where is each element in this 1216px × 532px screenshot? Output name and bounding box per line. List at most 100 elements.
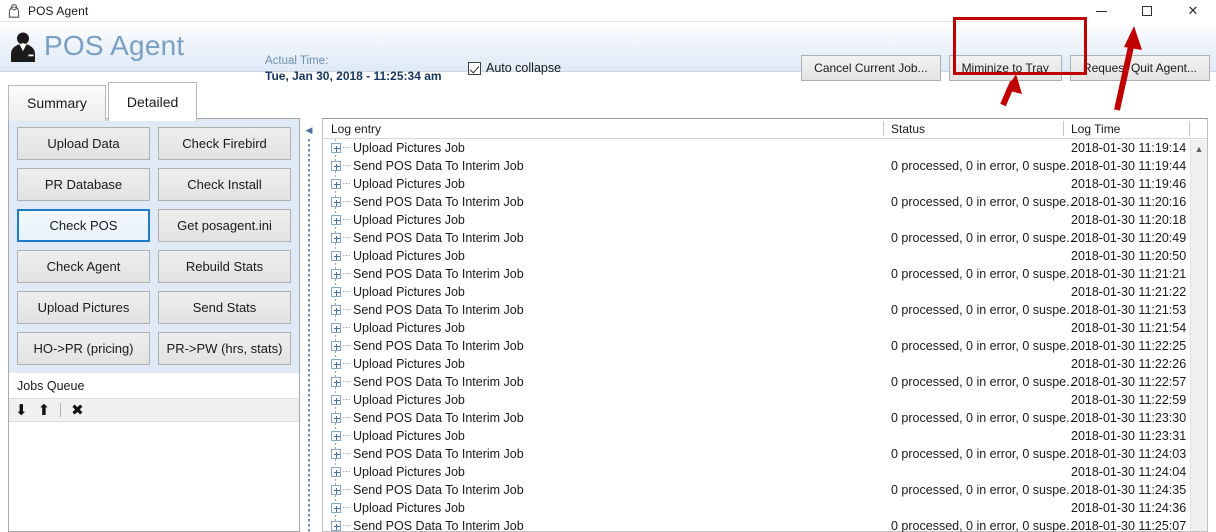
action-button-pr-database[interactable]: PR Database: [17, 168, 150, 201]
header-separator-1[interactable]: [883, 121, 884, 136]
expand-icon[interactable]: [331, 503, 341, 513]
expand-icon[interactable]: [331, 323, 341, 333]
table-row[interactable]: Send POS Data To Interim Job 0 processed,…: [323, 301, 1207, 319]
table-row[interactable]: Send POS Data To Interim Job 0 processed,…: [323, 337, 1207, 355]
cell-log-time: 2018-01-30 11:22:26: [1071, 357, 1187, 371]
cell-log-entry: Send POS Data To Interim Job: [353, 375, 524, 389]
action-button-upload-pictures[interactable]: Upload Pictures: [17, 291, 150, 324]
action-button-get-posagent-ini[interactable]: Get posagent.ini: [158, 209, 291, 242]
action-button-upload-data[interactable]: Upload Data: [17, 127, 150, 160]
move-up-icon[interactable]: ⬆: [38, 403, 51, 418]
action-button-check-pos[interactable]: Check POS: [17, 209, 150, 242]
tree-connector: [343, 525, 350, 526]
cell-log-time: 2018-01-30 11:20:49: [1071, 231, 1187, 245]
header-separator-2[interactable]: [1063, 121, 1064, 136]
expand-icon[interactable]: [331, 215, 341, 225]
table-row[interactable]: Send POS Data To Interim Job 0 processed,…: [323, 409, 1207, 427]
panel-splitter[interactable]: ◀: [302, 118, 316, 532]
table-row[interactable]: Send POS Data To Interim Job 0 processed,…: [323, 517, 1207, 532]
table-row[interactable]: Send POS Data To Interim Job 0 processed,…: [323, 193, 1207, 211]
window-minimize-button[interactable]: [1078, 0, 1124, 22]
expand-icon[interactable]: [331, 467, 341, 477]
move-down-icon[interactable]: ⬇: [15, 403, 28, 418]
collapse-left-icon[interactable]: ◀: [306, 126, 313, 135]
action-button-ho-pr-pricing[interactable]: HO->PR (pricing): [17, 332, 150, 365]
window-maximize-button[interactable]: [1124, 0, 1170, 22]
tree-connector: [343, 381, 350, 382]
action-button-send-stats[interactable]: Send Stats: [158, 291, 291, 324]
cell-log-entry: Upload Pictures Job: [353, 213, 465, 227]
table-row[interactable]: Send POS Data To Interim Job 0 processed,…: [323, 157, 1207, 175]
action-button-rebuild-stats[interactable]: Rebuild Stats: [158, 250, 291, 283]
table-row[interactable]: Send POS Data To Interim Job 0 processed,…: [323, 481, 1207, 499]
expand-icon[interactable]: [331, 161, 341, 171]
expand-icon[interactable]: [331, 485, 341, 495]
column-header-log-time[interactable]: Log Time: [1071, 122, 1120, 136]
cell-log-time: 2018-01-30 11:22:59: [1071, 393, 1187, 407]
miminize-to-tray-button[interactable]: Miminize to Tray: [948, 55, 1062, 81]
expand-icon[interactable]: [331, 251, 341, 261]
action-button-check-install[interactable]: Check Install: [158, 168, 291, 201]
expand-icon[interactable]: [331, 341, 341, 351]
expand-icon[interactable]: [331, 179, 341, 189]
action-button-pr-pw-hrs-stats[interactable]: PR->PW (hrs, stats): [158, 332, 291, 365]
jobs-queue-list[interactable]: [9, 422, 299, 522]
cell-log-entry: Upload Pictures Job: [353, 321, 465, 335]
table-row[interactable]: Upload Pictures Job 2018-01-30 11:24:04: [323, 463, 1207, 481]
column-header-status[interactable]: Status: [891, 122, 925, 136]
left-panel: Upload Data Check Firebird PR Database Chec…: [8, 118, 300, 532]
action-button-check-firebird[interactable]: Check Firebird: [158, 127, 291, 160]
tree-connector: [343, 237, 350, 238]
table-row[interactable]: Upload Pictures Job 2018-01-30 11:20:18: [323, 211, 1207, 229]
tree-connector: [343, 435, 350, 436]
table-row[interactable]: Upload Pictures Job 2018-01-30 11:19:14: [323, 139, 1207, 157]
header-separator-3[interactable]: [1189, 121, 1190, 136]
expand-icon[interactable]: [331, 143, 341, 153]
log-grid: Log entry Status Log Time Upload Picture…: [322, 118, 1208, 532]
table-row[interactable]: Send POS Data To Interim Job 0 processed,…: [323, 265, 1207, 283]
cell-log-time: 2018-01-30 11:24:35: [1071, 483, 1187, 497]
expand-icon[interactable]: [331, 287, 341, 297]
cell-log-time: 2018-01-30 11:24:36: [1071, 501, 1187, 515]
expand-icon[interactable]: [331, 377, 341, 387]
expand-icon[interactable]: [331, 197, 341, 207]
log-grid-scrollbar[interactable]: ▲: [1190, 140, 1207, 531]
action-button-check-agent[interactable]: Check Agent: [17, 250, 150, 283]
table-row[interactable]: Upload Pictures Job 2018-01-30 11:20:50: [323, 247, 1207, 265]
tab-detailed[interactable]: Detailed: [107, 82, 198, 121]
request-quit-agent-button[interactable]: Request Quit Agent...: [1069, 55, 1210, 81]
expand-icon[interactable]: [331, 395, 341, 405]
expand-icon[interactable]: [331, 305, 341, 315]
tab-summary[interactable]: Summary: [8, 85, 106, 121]
scroll-up-icon[interactable]: ▲: [1191, 140, 1207, 157]
table-row[interactable]: Send POS Data To Interim Job 0 processed,…: [323, 445, 1207, 463]
expand-icon[interactable]: [331, 359, 341, 369]
table-row[interactable]: Upload Pictures Job 2018-01-30 11:23:31: [323, 427, 1207, 445]
table-row[interactable]: Upload Pictures Job 2018-01-30 11:21:22: [323, 283, 1207, 301]
cancel-current-job-button[interactable]: Cancel Current Job...: [801, 55, 941, 81]
window-close-button[interactable]: ✕: [1170, 0, 1216, 22]
expand-icon[interactable]: [331, 269, 341, 279]
auto-collapse-checkbox[interactable]: Auto collapse: [468, 61, 561, 75]
table-row[interactable]: Send POS Data To Interim Job 0 processed,…: [323, 373, 1207, 391]
expand-icon[interactable]: [331, 521, 341, 531]
table-row[interactable]: Upload Pictures Job 2018-01-30 11:19:46: [323, 175, 1207, 193]
cell-log-entry: Send POS Data To Interim Job: [353, 483, 524, 497]
expand-icon[interactable]: [331, 233, 341, 243]
minimize-icon: [1095, 10, 1107, 12]
table-row[interactable]: Upload Pictures Job 2018-01-30 11:24:36: [323, 499, 1207, 517]
expand-icon[interactable]: [331, 449, 341, 459]
auto-collapse-label: Auto collapse: [486, 61, 562, 75]
expand-icon[interactable]: [331, 413, 341, 423]
table-row[interactable]: Upload Pictures Job 2018-01-30 11:21:54: [323, 319, 1207, 337]
table-row[interactable]: Upload Pictures Job 2018-01-30 11:22:26: [323, 355, 1207, 373]
window-controls: ✕: [1078, 0, 1216, 22]
jobs-queue-toolbar: ⬇ ⬆ ✖: [9, 398, 299, 422]
delete-icon[interactable]: ✖: [71, 403, 84, 418]
expand-icon[interactable]: [331, 431, 341, 441]
table-row[interactable]: Send POS Data To Interim Job 0 processed,…: [323, 229, 1207, 247]
cell-log-time: 2018-01-30 11:21:22: [1071, 285, 1187, 299]
cell-log-entry: Upload Pictures Job: [353, 465, 465, 479]
column-header-log-entry[interactable]: Log entry: [331, 122, 381, 136]
table-row[interactable]: Upload Pictures Job 2018-01-30 11:22:59: [323, 391, 1207, 409]
